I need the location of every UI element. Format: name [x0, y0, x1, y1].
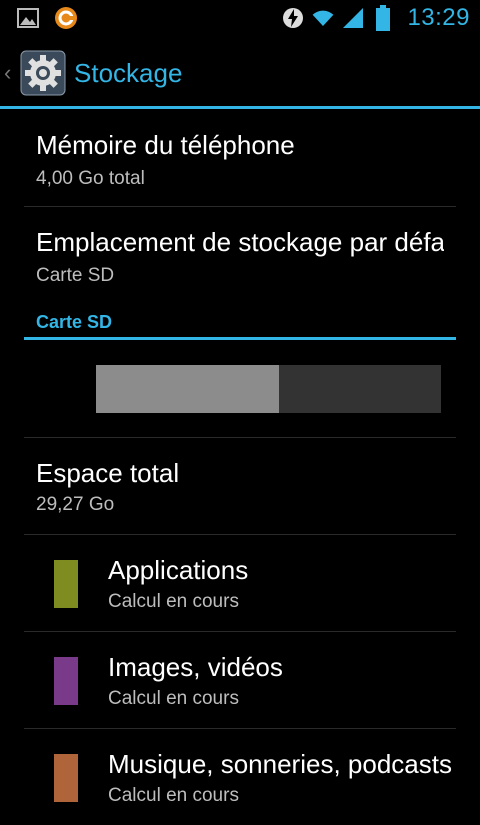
- category-status: Calcul en cours: [108, 688, 239, 709]
- phone-memory-title: Mémoire du téléphone: [36, 130, 295, 160]
- total-space-title: Espace total: [36, 458, 180, 488]
- category-status: Calcul en cours: [108, 785, 239, 806]
- wifi-icon: [311, 6, 335, 30]
- total-space-value: 29,27 Go: [36, 494, 115, 515]
- category-item-music[interactable]: Musique, sonneries, podcasts Calcul en c…: [24, 729, 456, 825]
- default-storage-value: Carte SD: [36, 265, 115, 286]
- total-space-item[interactable]: Espace total 29,27 Go: [24, 438, 456, 534]
- storage-usage-fill: [96, 365, 279, 413]
- category-title: Applications: [108, 555, 249, 585]
- category-item-applications[interactable]: Applications Calcul en cours: [24, 535, 456, 631]
- battery-icon: [371, 5, 395, 31]
- page-title: Stockage: [74, 58, 183, 88]
- gallery-notification-icon[interactable]: [16, 6, 40, 30]
- action-bar: ‹ Stockage: [0, 38, 480, 106]
- category-color-swatch: [54, 754, 78, 802]
- storage-usage-bar: [96, 365, 441, 413]
- sync-notification-icon[interactable]: [54, 6, 78, 30]
- status-clock: 13:29: [407, 4, 470, 31]
- back-chevron-icon[interactable]: ‹: [4, 60, 11, 86]
- category-color-swatch: [54, 657, 78, 705]
- action-bar-divider: [0, 106, 480, 109]
- section-header-line: [24, 337, 456, 340]
- category-item-images-videos[interactable]: Images, vidéos Calcul en cours: [24, 632, 456, 728]
- category-status: Calcul en cours: [108, 591, 239, 612]
- settings-gear-icon[interactable]: [20, 50, 66, 96]
- charging-bolt-icon: [281, 6, 305, 30]
- section-header-sd-card: Carte SD: [36, 312, 113, 332]
- category-title: Musique, sonneries, podcasts: [108, 749, 452, 779]
- signal-icon: [341, 6, 365, 30]
- phone-memory-item[interactable]: Mémoire du téléphone 4,00 Go total: [24, 110, 456, 206]
- status-bar: 13:29: [0, 0, 480, 38]
- default-storage-location-item[interactable]: Emplacement de stockage par défaut Carte…: [24, 207, 456, 303]
- category-color-swatch: [54, 560, 78, 608]
- phone-memory-value: 4,00 Go total: [36, 168, 145, 189]
- category-title: Images, vidéos: [108, 652, 283, 682]
- default-storage-title: Emplacement de stockage par défaut: [36, 227, 444, 257]
